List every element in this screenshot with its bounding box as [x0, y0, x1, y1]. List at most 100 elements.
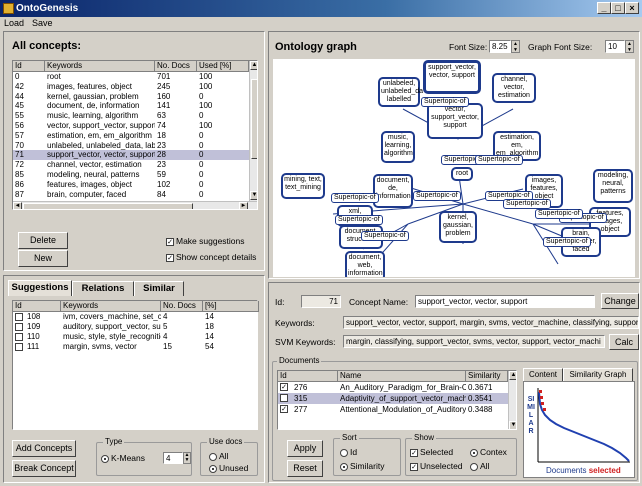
concepts-hscroll-thumb[interactable]	[23, 203, 193, 209]
sug-col-keywords[interactable]: Keywords	[61, 301, 161, 312]
make-suggestions-check[interactable]: ✓	[166, 237, 174, 246]
sort-id-radio[interactable]: Id	[340, 447, 357, 457]
graph-node[interactable]: support_vector, vector, support	[423, 60, 481, 94]
concept-row[interactable]: 86 features, images, object 102 0	[13, 180, 249, 190]
make-suggestions-checkbox[interactable]: ✓ Make suggestions	[166, 236, 245, 246]
concept-row[interactable]: 72 channel, vector, estimation 23 0	[13, 160, 249, 170]
maximize-button[interactable]: □	[611, 2, 625, 14]
col-header-keywords[interactable]: Keywords	[45, 61, 155, 72]
suggestion-checkbox[interactable]	[15, 343, 23, 351]
minimize-button[interactable]: _	[597, 2, 611, 14]
close-button[interactable]: ×	[625, 2, 639, 14]
kmeans-radio-dot[interactable]	[101, 454, 109, 463]
menu-load[interactable]: Load	[4, 18, 24, 28]
concept-row[interactable]: 44 kernel, gaussian, problem 160 0	[13, 92, 249, 102]
concept-row[interactable]: 85 modeling, neural, patterns 59 0	[13, 170, 249, 180]
k-value-input[interactable]: 4	[163, 452, 183, 464]
new-button[interactable]: New	[18, 250, 68, 267]
graph-node[interactable]: kernel, gaussian, problem	[439, 211, 477, 243]
sort-id-dot[interactable]	[340, 448, 348, 457]
suggestion-checkbox[interactable]	[15, 323, 23, 331]
use-unused-radio[interactable]: Unused	[209, 463, 248, 473]
graph-node[interactable]: channel, vector, estimation	[492, 73, 536, 103]
doc-col-id[interactable]: Id	[278, 371, 338, 382]
concept-row[interactable]: 71 support_vector, vector, support 28 0	[13, 150, 249, 161]
tab-similar[interactable]: Similar	[134, 281, 184, 296]
graph-canvas[interactable]: unlabeled, unlabeled_da labelled support_…	[273, 59, 635, 277]
concept-row[interactable]: 70 unlabeled, unlabeled_data, labelled23 0	[13, 141, 249, 151]
show-all-radio[interactable]: All	[470, 461, 489, 471]
doc-col-similarity[interactable]: Similarity	[466, 371, 508, 382]
reset-button[interactable]: Reset	[287, 460, 323, 477]
suggestion-row[interactable]: 109 auditory, support_vector, sup... 5 18	[13, 322, 259, 332]
tab-suggestions[interactable]: Suggestions	[8, 280, 72, 296]
document-row[interactable]: ✓ 276 An_Auditory_Paradigm_for_Brain-C... 0…	[278, 382, 508, 393]
calc-button[interactable]: Calc	[609, 334, 639, 350]
document-checkbox[interactable]	[280, 394, 288, 402]
concept-row[interactable]: 42 images, features, object 245 100	[13, 82, 249, 92]
show-details-checkbox[interactable]: ✓ Show concept details	[166, 252, 256, 262]
graph-node[interactable]: mining, text, text_mining	[281, 173, 325, 199]
k-spinner[interactable]: ▲ ▼	[183, 452, 191, 464]
tab-similarity-graph[interactable]: Similarity Graph	[563, 368, 633, 381]
concept-row[interactable]: 87 brain, computer, faced 84 0	[13, 190, 249, 200]
graph-node[interactable]: root	[451, 167, 473, 181]
tab-content[interactable]: Content	[523, 368, 563, 381]
graph-node[interactable]: unlabeled, unlabeled_da labelled	[378, 77, 423, 107]
col-header-used[interactable]: Used [%]	[197, 61, 249, 72]
sug-col-id[interactable]: Id	[13, 301, 61, 312]
break-concept-button[interactable]: Break Concept	[12, 460, 76, 477]
concepts-hscroll[interactable]: ◄ ►	[13, 201, 257, 209]
delete-button[interactable]: Delete	[18, 232, 68, 249]
menu-save[interactable]: Save	[32, 18, 53, 28]
apply-button[interactable]: Apply	[287, 440, 323, 457]
concept-row[interactable]: 45 document, de, information 141 100	[13, 101, 249, 111]
use-unused-dot[interactable]	[209, 464, 217, 473]
use-all-radio[interactable]: All	[209, 451, 228, 461]
graph-node[interactable]: document, de, information	[373, 174, 413, 208]
show-unselected-checkbox[interactable]: ✓ Unselected	[410, 461, 463, 471]
suggestion-row[interactable]: 111 margin, svms, vector 15 54	[13, 342, 259, 352]
show-context-radio[interactable]: Contex	[470, 447, 507, 457]
graph-font-spinner[interactable]: ▲ ▼	[625, 40, 634, 53]
suggestion-row[interactable]: 110 music, style, style_recognition 4 14	[13, 332, 259, 342]
show-details-check[interactable]: ✓	[166, 253, 174, 262]
font-size-input[interactable]: 8.25	[489, 40, 511, 53]
document-row[interactable]: ✓ 277 Attentional_Modulation_of_Auditory..…	[278, 404, 508, 415]
kmeans-radio[interactable]: K-Means	[101, 453, 145, 463]
sort-similarity-dot[interactable]	[340, 462, 348, 471]
concept-row[interactable]: 57 estimation, em, em_algorithm 18 0	[13, 131, 249, 141]
graph-font-input[interactable]: 10	[605, 40, 625, 53]
col-header-docs[interactable]: No. Docs	[155, 61, 197, 72]
document-checkbox[interactable]: ✓	[280, 405, 288, 413]
graph-node[interactable]: vector, support_vector, support	[427, 103, 483, 139]
show-unselected-check[interactable]: ✓	[410, 462, 418, 471]
use-all-dot[interactable]	[209, 452, 217, 461]
add-concepts-button[interactable]: Add Concepts	[12, 440, 76, 457]
sug-col-pct[interactable]: [%]	[203, 301, 259, 312]
show-context-dot[interactable]	[470, 448, 478, 457]
documents-vscroll[interactable]: ▲ ▼	[508, 371, 516, 429]
show-selected-checkbox[interactable]: ✓ Selected	[410, 447, 453, 457]
concept-row[interactable]: 56 vector, support_vector, support 74 100	[13, 121, 249, 131]
show-all-dot[interactable]	[470, 462, 478, 471]
concept-name-input[interactable]: support_vector, vector, support	[415, 295, 595, 308]
suggestion-checkbox[interactable]	[15, 333, 23, 341]
document-checkbox[interactable]: ✓	[280, 383, 288, 391]
suggestion-checkbox[interactable]	[15, 313, 23, 321]
change-button[interactable]: Change	[601, 293, 639, 309]
document-row[interactable]: 315 Adaptivity_of_support_vector_machi...…	[278, 393, 508, 404]
concept-row[interactable]: 0 root 701 100	[13, 72, 249, 82]
suggestion-row[interactable]: 108 ivm, covers_machine, set_co...4 14	[13, 312, 259, 322]
concept-row[interactable]: 55 music, learning, algorithm 63 0	[13, 111, 249, 121]
sug-col-docs[interactable]: No. Docs	[161, 301, 203, 312]
graph-node[interactable]: music, learning, algorithm	[381, 131, 415, 163]
doc-col-name[interactable]: Name	[338, 371, 466, 382]
sort-similarity-radio[interactable]: Similarity	[340, 461, 384, 471]
concepts-vscroll-thumb[interactable]	[251, 79, 257, 159]
graph-node[interactable]: document, web, information	[345, 251, 385, 277]
graph-node[interactable]: modeling, neural, patterns	[593, 169, 633, 203]
tab-relations[interactable]: Relations	[72, 281, 134, 296]
concepts-vscroll[interactable]: ▲ ▼	[249, 61, 257, 201]
show-selected-check[interactable]: ✓	[410, 448, 418, 457]
